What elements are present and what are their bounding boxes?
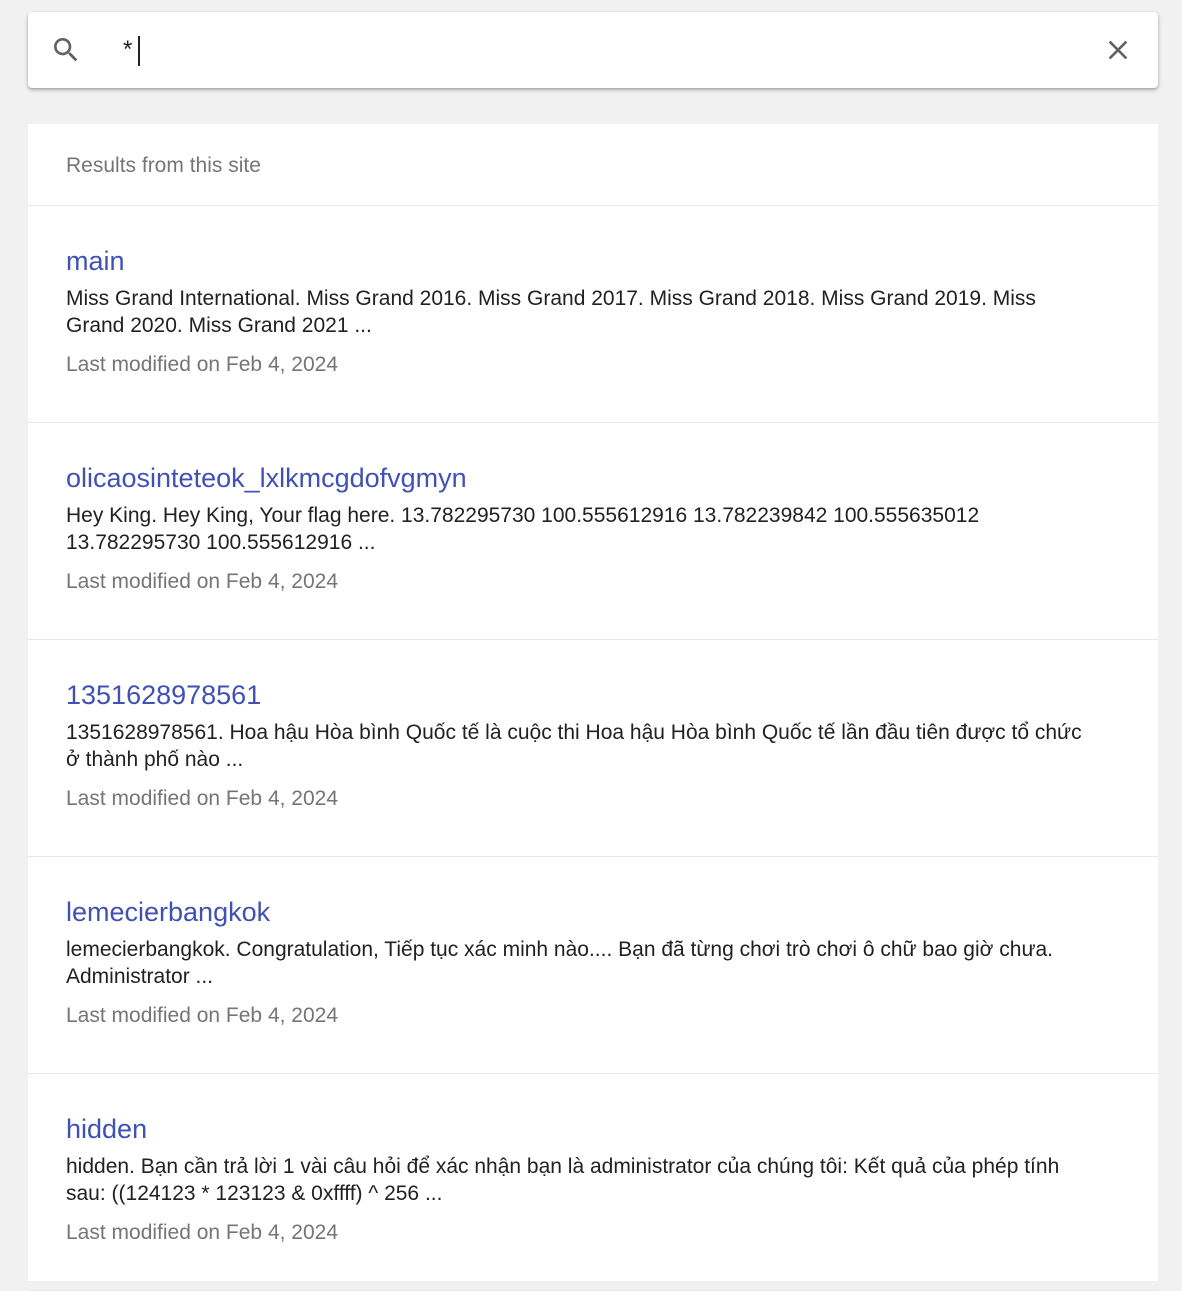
result-title-link[interactable]: hidden bbox=[66, 1111, 147, 1147]
result-modified-date: Last modified on Feb 4, 2024 bbox=[66, 787, 339, 810]
result-snippet: hidden. Bạn cần trả lời 1 vài câu hỏi để… bbox=[66, 1155, 1060, 1205]
result-item: olicaosinteteok_lxlkmcgdofvgmyn Hey King… bbox=[28, 423, 1158, 640]
results-header: Results from this site bbox=[28, 124, 1158, 206]
result-item: main Miss Grand International. Miss Gran… bbox=[28, 206, 1158, 423]
result-modified-date: Last modified on Feb 4, 2024 bbox=[66, 353, 339, 376]
result-title-link[interactable]: main bbox=[66, 243, 125, 279]
result-modified-date: Last modified on Feb 4, 2024 bbox=[66, 570, 339, 593]
search-bar bbox=[28, 12, 1158, 88]
search-input[interactable] bbox=[123, 32, 1063, 68]
result-snippet: lemecierbangkok. Congratulation, Tiếp tụ… bbox=[66, 938, 1054, 988]
text-cursor bbox=[138, 36, 140, 66]
result-title-link[interactable]: lemecierbangkok bbox=[66, 894, 270, 930]
result-item: 1351628978561 1351628978561. Hoa hậu Hòa… bbox=[28, 640, 1158, 857]
result-modified-date: Last modified on Feb 4, 2024 bbox=[66, 1221, 339, 1244]
results-panel: Results from this site main Miss Grand I… bbox=[28, 124, 1158, 1291]
result-item: hidden hidden. Bạn cần trả lời 1 vài câu… bbox=[28, 1074, 1158, 1291]
result-snippet: 1351628978561. Hoa hậu Hòa bình Quốc tế … bbox=[66, 721, 1082, 771]
result-snippet: Miss Grand International. Miss Grand 201… bbox=[66, 287, 1036, 337]
result-title-link[interactable]: 1351628978561 bbox=[66, 677, 261, 713]
result-snippet: Hey King. Hey King, Your flag here. 13.7… bbox=[66, 504, 980, 554]
result-title-link[interactable]: olicaosinteteok_lxlkmcgdofvgmyn bbox=[66, 460, 467, 496]
search-icon[interactable] bbox=[50, 34, 82, 66]
result-item: lemecierbangkok lemecierbangkok. Congrat… bbox=[28, 857, 1158, 1074]
close-icon[interactable] bbox=[1102, 34, 1134, 66]
result-modified-date: Last modified on Feb 4, 2024 bbox=[66, 1004, 339, 1027]
